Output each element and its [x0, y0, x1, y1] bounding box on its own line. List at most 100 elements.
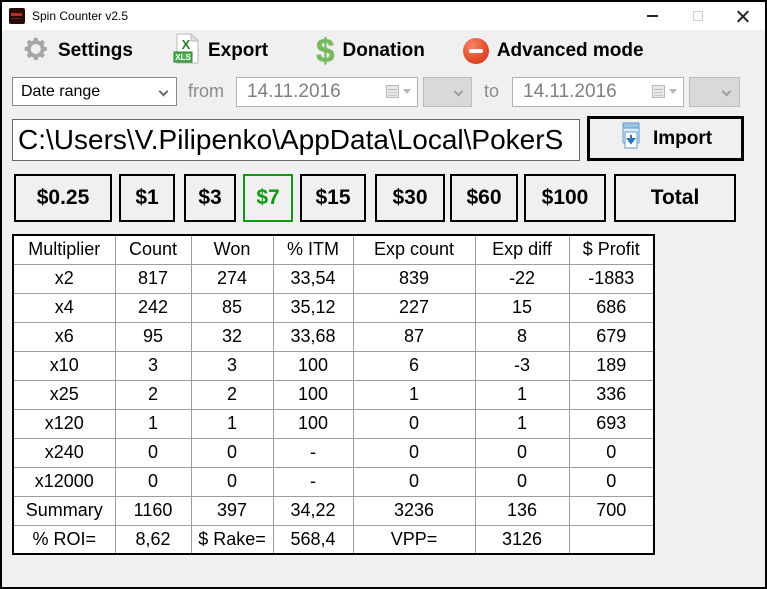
- cell: 1: [352, 379, 476, 410]
- stake-button-7[interactable]: $7: [243, 174, 293, 222]
- cell: 679: [568, 321, 655, 352]
- import-download-icon: [619, 122, 643, 155]
- cell: x4: [12, 292, 116, 323]
- cell: x120: [12, 408, 116, 439]
- column-header: Won: [190, 234, 274, 265]
- cell: 0: [352, 408, 476, 439]
- window-title: Spin Counter v2.5: [32, 9, 129, 23]
- cell: 0: [114, 466, 192, 497]
- cell: 0: [568, 437, 655, 468]
- table-row: Summary 1160 397 34,22 3236 136 700: [12, 495, 655, 526]
- cell: 817: [114, 263, 192, 294]
- cell: x12000: [12, 466, 116, 497]
- stake-button-60[interactable]: $60: [450, 174, 518, 222]
- cell: 0: [568, 466, 655, 497]
- table-row: x12000 0 0-0 0 0: [12, 466, 655, 497]
- roi-label: % ROI=: [12, 524, 116, 555]
- gear-icon: [20, 34, 50, 69]
- close-button[interactable]: [720, 2, 765, 30]
- from-time-select: [423, 77, 472, 107]
- stake-button-0.25[interactable]: $0.25: [14, 174, 112, 222]
- svg-text:XLS: XLS: [175, 53, 191, 62]
- cell: 33,54: [272, 263, 354, 294]
- cell: 1: [474, 379, 570, 410]
- maximize-icon: [692, 11, 703, 21]
- cell: 95: [114, 321, 192, 352]
- cell: 686: [568, 292, 655, 323]
- stake-button-15[interactable]: $15: [300, 174, 366, 222]
- cell: -3: [474, 350, 570, 381]
- column-header: Exp diff: [474, 234, 570, 265]
- table-row: x2 817 274 33,54 839 -22 -1883: [12, 263, 655, 294]
- cell: 3236: [352, 495, 476, 526]
- cell: 227: [352, 292, 476, 323]
- import-button[interactable]: Import: [587, 116, 744, 161]
- stake-button-100[interactable]: $100: [524, 174, 606, 222]
- column-header: Exp count: [352, 234, 476, 265]
- column-header: $ Profit: [568, 234, 655, 265]
- from-date-picker[interactable]: 14.11.2016: [236, 77, 418, 107]
- cell: 0: [190, 466, 274, 497]
- roi-value: 8,62: [114, 524, 192, 555]
- table-row: x25 2 2 100 1 1 336: [12, 379, 655, 410]
- cell: 33,68: [272, 321, 354, 352]
- hh-path-input[interactable]: C:\Users\V.Pilipenko\AppData\Local\Poker…: [12, 119, 580, 161]
- donation-label: Donation: [342, 40, 425, 61]
- rake-label: $ Rake=: [190, 524, 274, 555]
- column-header: Count: [114, 234, 192, 265]
- date-range-value: Date range: [21, 82, 101, 100]
- stake-button-total[interactable]: Total: [614, 174, 736, 222]
- table-footer-row: % ROI= 8,62 $ Rake= 568,4 VPP= 3126: [12, 524, 655, 555]
- stake-button-30[interactable]: $30: [375, 174, 445, 222]
- minimize-button[interactable]: [630, 2, 675, 30]
- calendar-icon: [652, 85, 665, 98]
- cell: 2: [190, 379, 274, 410]
- date-range-select[interactable]: Date range: [12, 77, 177, 106]
- dollar-icon: $: [316, 32, 335, 69]
- toolbar: Settings X XLS Export $ Donation Advance…: [2, 30, 765, 72]
- close-icon: [737, 10, 749, 22]
- cell: -: [272, 466, 354, 497]
- rake-value: 568,4: [272, 524, 354, 555]
- export-button[interactable]: X XLS Export: [173, 32, 269, 69]
- settings-button[interactable]: Settings: [20, 34, 133, 69]
- column-header: % ITM: [272, 234, 354, 265]
- stake-button-1[interactable]: $1: [119, 174, 175, 222]
- cell: 274: [190, 263, 274, 294]
- cell: 35,12: [272, 292, 354, 323]
- cell: 15: [474, 292, 570, 323]
- cell: 34,22: [272, 495, 354, 526]
- svg-text:X: X: [182, 37, 191, 52]
- cell: x6: [12, 321, 116, 352]
- chevron-down-icon: [453, 86, 464, 97]
- settings-label: Settings: [58, 40, 133, 61]
- calendar-icon: [386, 85, 399, 98]
- chevron-down-icon: [403, 89, 411, 94]
- stake-button-3[interactable]: $3: [184, 174, 236, 222]
- cell: 1: [114, 408, 192, 439]
- cell: 100: [272, 350, 354, 381]
- stats-table: Multiplier Count Won% ITM Exp count Exp diff…: [12, 234, 655, 555]
- cell: 1: [474, 408, 570, 439]
- table-row: x10 3 3 100 6 -3 189: [12, 350, 655, 381]
- maximize-button: [675, 2, 720, 30]
- cell: 839: [352, 263, 476, 294]
- vpp-label: VPP=: [352, 524, 476, 555]
- to-date-value: 14.11.2016: [523, 81, 617, 102]
- to-date-picker[interactable]: 14.11.2016: [512, 77, 684, 107]
- donation-button[interactable]: $ Donation: [316, 32, 425, 69]
- cell: 100: [272, 379, 354, 410]
- minimize-icon: [647, 15, 658, 17]
- cell: 2: [114, 379, 192, 410]
- cell: 189: [568, 350, 655, 381]
- from-label: from: [188, 81, 224, 101]
- table-footer: % ROI= 8,62 $ Rake= 568,4 VPP= 3126: [12, 524, 655, 555]
- advanced-mode-button[interactable]: Advanced mode: [462, 38, 644, 64]
- cell: 85: [190, 292, 274, 323]
- title-bar: Spin Counter v2.5: [2, 2, 765, 30]
- advanced-mode-label: Advanced mode: [496, 40, 644, 61]
- cell: 397: [190, 495, 274, 526]
- export-label: Export: [207, 40, 269, 61]
- excel-xls-icon: X XLS: [173, 32, 200, 69]
- table-row: x120 1 1 100 0 1 693: [12, 408, 655, 439]
